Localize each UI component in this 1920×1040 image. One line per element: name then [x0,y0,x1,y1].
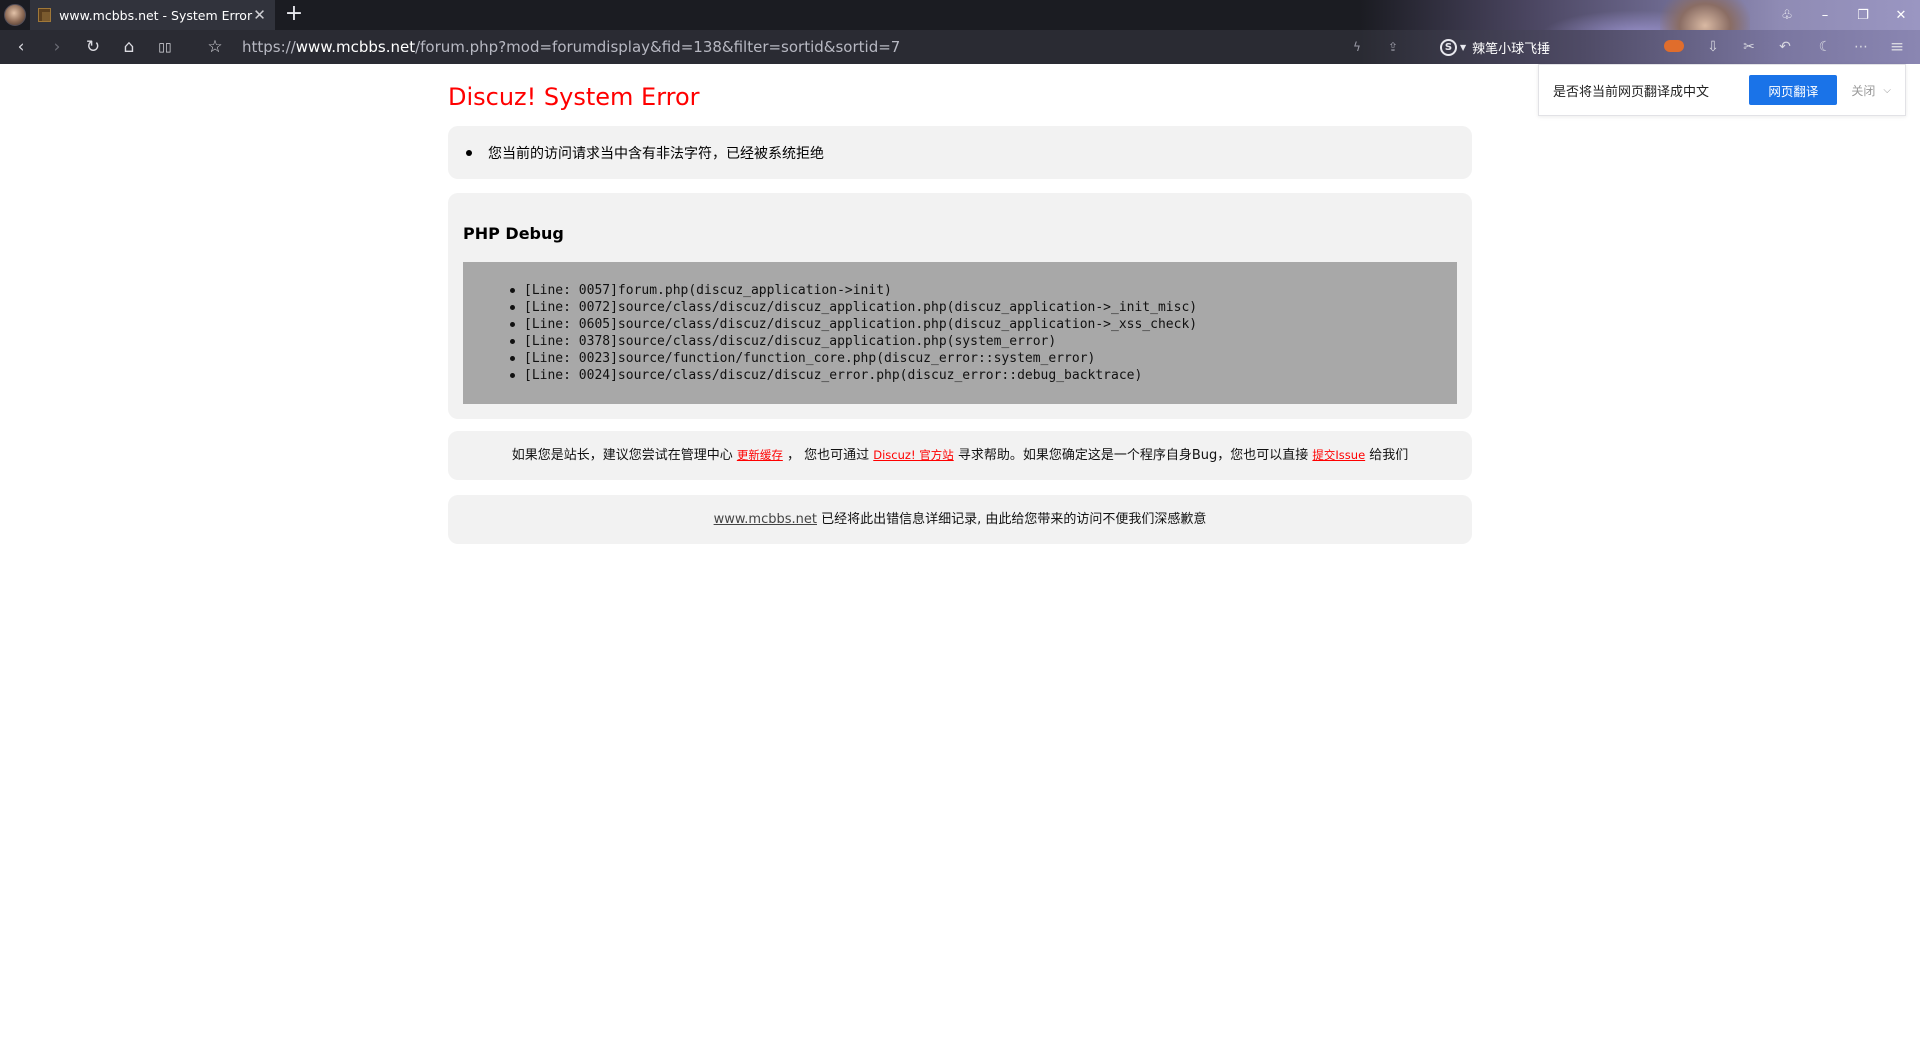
backtrace-text: [Line: 0072]source/class/discuz/discuz_a… [524,300,1198,315]
apology-text: 已经将此出错信息详细记录, 由此给您带来的访问不便我们深感歉意 [816,512,1207,527]
backtrace-line: [Line: 0378]source/class/discuz/discuz_a… [493,333,1427,350]
reload-icon[interactable]: ↻ [78,30,108,64]
error-message: 您当前的访问请求当中含有非法字符，已经被系统拒绝 [488,145,824,162]
backtrace-text: [Line: 0378]source/class/discuz/discuz_a… [524,334,1057,349]
chevron-down-icon: ▼ [1460,42,1467,52]
new-tab-button[interactable]: + [284,2,304,26]
update-cache-link[interactable]: 更新缓存 [737,448,783,462]
bookmark-star-icon[interactable]: ☆ [200,30,230,64]
window-controls: ♧ – ❐ ✕ [1768,0,1920,30]
page-title: Discuz! System Error [448,83,700,111]
reader-icon[interactable]: ▯▯ [150,30,180,64]
sogou-logo-icon: S [1440,38,1457,56]
backtrace-line: [Line: 0024]source/class/discuz/discuz_e… [493,367,1427,384]
site-favicon-icon [38,8,52,22]
tab-title: www.mcbbs.net - System Error [59,7,253,23]
bullet-icon [510,373,515,378]
bullet-icon [510,356,515,361]
search-engine-box[interactable]: S ▼ 辣笔小球飞捶 [1440,37,1550,57]
bullet-icon [510,288,515,293]
help-text-1: 如果您是站长，建议您尝试在管理中心 [511,448,737,463]
forward-icon[interactable]: › [42,30,72,64]
backtrace-text: [Line: 0023]source/function/function_cor… [524,351,1096,366]
bullet-icon [466,149,472,156]
translate-close-button[interactable]: 关闭 [1851,82,1875,99]
back-icon[interactable]: ‹ [6,30,36,64]
backtrace-text: [Line: 0024]source/class/discuz/discuz_e… [524,368,1143,383]
night-mode-icon[interactable]: ☾ [1810,30,1840,64]
backtrace-line: [Line: 0023]source/function/function_cor… [493,350,1427,367]
url-scheme: https:// [242,38,296,56]
help-text-3: 寻求帮助。如果您确定这是一个程序自身Bug，您也可以直接 [953,448,1313,463]
submit-issue-link[interactable]: 提交Issue [1312,448,1365,462]
debug-box: PHP Debug [Line: 0057]forum.php(discuz_a… [448,193,1472,419]
backtrace-line: [Line: 0605]source/class/discuz/discuz_a… [493,316,1427,333]
bullet-icon [510,305,515,310]
help-text-4: 给我们 [1365,448,1409,463]
backtrace-line: [Line: 0057]forum.php(discuz_application… [493,282,1427,299]
backtrace-list: [Line: 0057]forum.php(discuz_application… [463,262,1457,404]
navigation-toolbar: ‹ › ↻ ⌂ ▯▯ ☆ https://www.mcbbs.net/forum… [0,30,1920,64]
search-hint: 辣笔小球飞捶 [1472,41,1551,57]
backtrace-line: [Line: 0072]source/class/discuz/discuz_a… [493,299,1427,316]
apology-box: www.mcbbs.net 已经将此出错信息详细记录, 由此给您带来的访问不便我… [448,495,1472,544]
chevron-down-icon[interactable]: ⌵ [1883,85,1891,96]
scissors-icon[interactable]: ✂ [1734,30,1764,64]
menu-icon[interactable]: ≡ [1882,30,1912,64]
share-icon[interactable]: ⇪ [1378,30,1408,64]
error-page: Discuz! System Error 您当前的访问请求当中含有非法字符，已经… [448,64,1472,544]
home-icon[interactable]: ⌂ [114,30,144,64]
url-host: www.mcbbs.net [295,38,416,56]
download-icon[interactable]: ⇩ [1698,30,1728,64]
tab-close-icon[interactable]: ✕ [252,6,267,24]
skin-character [1660,0,1750,30]
backtrace-text: [Line: 0605]source/class/discuz/discuz_a… [524,317,1198,332]
more-icon[interactable]: ⋯ [1846,30,1876,64]
user-avatar[interactable] [4,4,26,26]
help-text-2: ， 您也可通过 [782,448,874,463]
address-bar[interactable]: https://www.mcbbs.net/forum.php?mod=foru… [242,38,900,56]
translate-question: 是否将当前网页翻译成中文 [1553,84,1710,100]
title-bar: www.mcbbs.net - System Error ✕ + ♧ – ❐ ✕ [0,0,1920,30]
close-window-button[interactable]: ✕ [1882,0,1920,30]
backtrace-text: [Line: 0057]forum.php(discuz_application… [524,283,892,298]
gamepad-icon[interactable] [1664,40,1684,52]
translate-page-button[interactable]: 网页翻译 [1749,75,1838,105]
bullet-icon [510,339,515,344]
translate-prompt: 是否将当前网页翻译成中文 网页翻译 关闭 ⌵ [1538,64,1906,116]
bullet-icon [510,322,515,327]
debug-title: PHP Debug [463,224,564,243]
url-path: /forum.php?mod=forumdisplay&fid=138&filt… [415,38,901,56]
lightning-icon[interactable]: ϟ [1342,30,1372,64]
minimize-button[interactable]: – [1806,0,1844,30]
error-message-box: 您当前的访问请求当中含有非法字符，已经被系统拒绝 [448,126,1472,179]
site-link[interactable]: www.mcbbs.net [714,512,817,527]
skin-icon[interactable]: ♧ [1768,0,1806,30]
tab-active[interactable]: www.mcbbs.net - System Error ✕ [30,0,275,30]
help-box: 如果您是站长，建议您尝试在管理中心 更新缓存 ， 您也可通过 Discuz! 官… [448,431,1472,480]
undo-icon[interactable]: ↶ [1770,30,1800,64]
discuz-official-link[interactable]: Discuz! 官方站 [873,448,953,462]
restore-button[interactable]: ❐ [1844,0,1882,30]
